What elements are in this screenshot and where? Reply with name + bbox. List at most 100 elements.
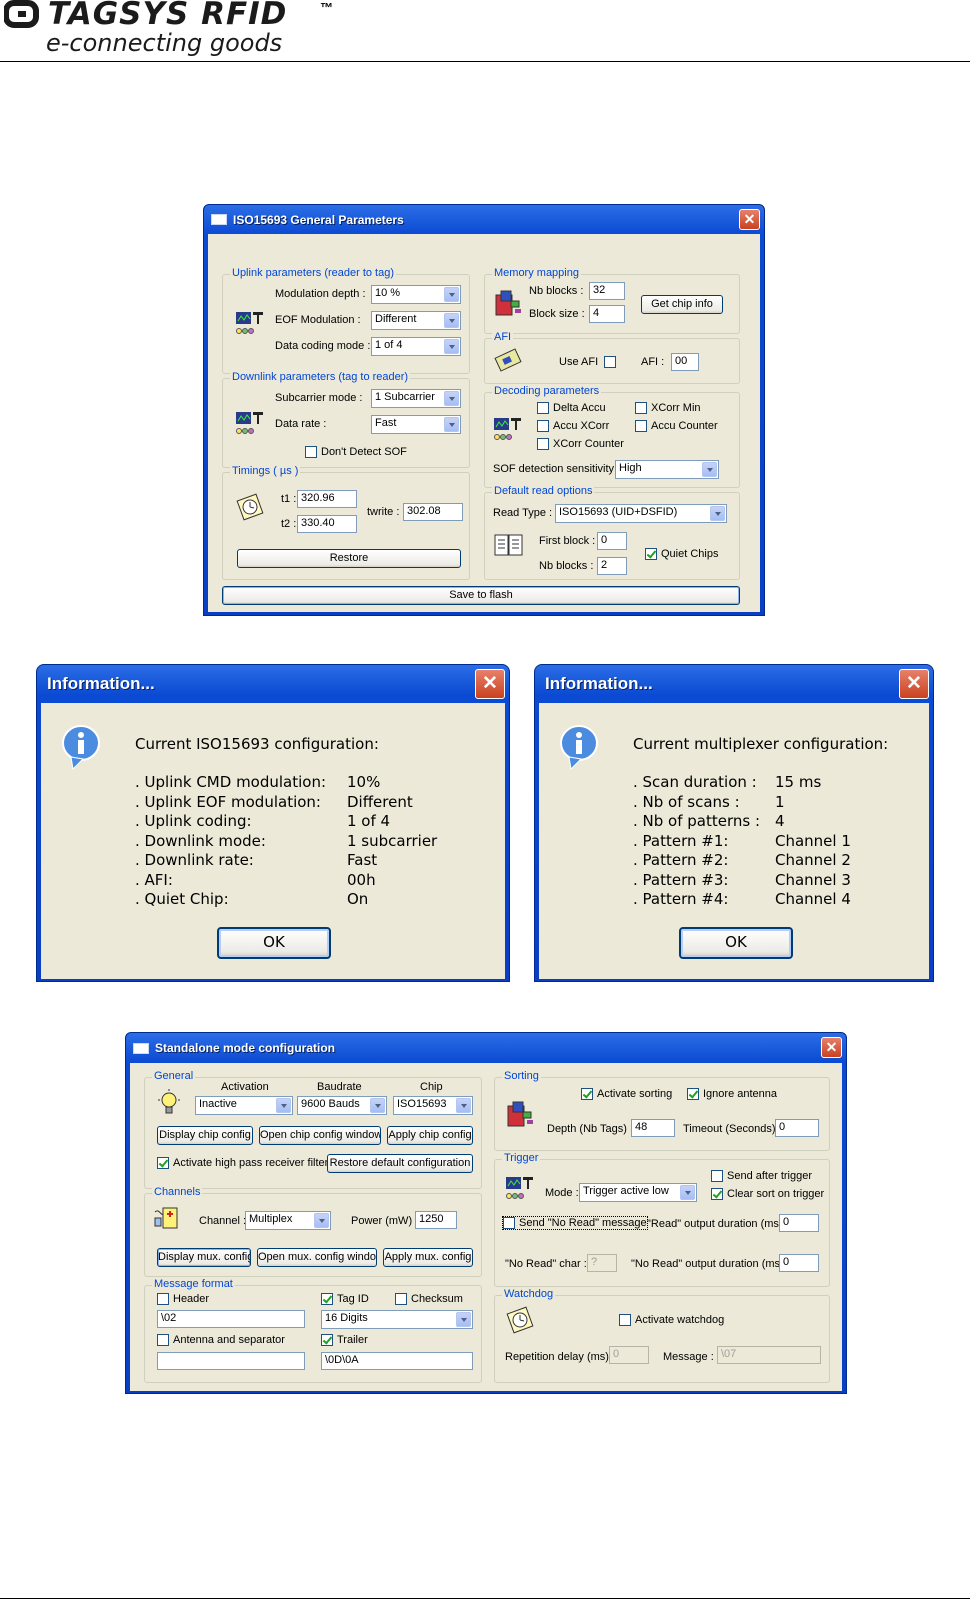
read-type-select[interactable]: ISO15693 (UID+DSFID) — [555, 504, 727, 523]
checkbox-box[interactable] — [537, 420, 549, 432]
first-block-input[interactable]: 0 — [597, 532, 627, 550]
get-chip-info-button[interactable]: Get chip info — [641, 295, 723, 314]
chevron-down-icon[interactable] — [444, 417, 459, 432]
chip-select[interactable]: ISO15693 — [393, 1096, 473, 1115]
open-chip-config-window-button[interactable]: Open chip config window — [259, 1126, 381, 1145]
antenna-separator-input[interactable] — [157, 1352, 305, 1370]
dont-detect-sof-checkbox[interactable]: Don't Detect SOF — [305, 446, 407, 458]
close-button[interactable]: ✕ — [821, 1037, 842, 1058]
send-after-trigger-checkbox[interactable]: Send after trigger — [711, 1170, 812, 1182]
modulation-depth-select[interactable]: 10 % — [371, 285, 461, 304]
nb-blocks-input[interactable]: 32 — [589, 282, 625, 300]
trailer-checkbox[interactable]: Trailer — [321, 1334, 368, 1346]
trigger-mode-select[interactable]: Trigger active low — [579, 1183, 697, 1202]
iso15693-titlebar[interactable]: ISO15693 General Parameters ✕ — [208, 205, 760, 234]
checkbox-box[interactable] — [395, 1293, 407, 1305]
send-no-read-checkbox[interactable]: Send "No Read" message — [502, 1216, 648, 1230]
info-iso15693-titlebar[interactable]: Information... ✕ — [41, 665, 505, 703]
close-button[interactable]: ✕ — [475, 669, 505, 699]
restore-button[interactable]: Restore — [237, 549, 461, 568]
read-nb-blocks-input[interactable]: 2 — [597, 557, 627, 575]
quiet-chips-checkbox[interactable]: Quiet Chips — [645, 548, 718, 560]
checkbox-box[interactable] — [157, 1157, 169, 1169]
checkbox-box[interactable] — [537, 438, 549, 450]
restore-default-config-button[interactable]: Restore default configuration — [327, 1154, 473, 1173]
checkbox-box[interactable] — [604, 356, 617, 368]
antenna-separator-checkbox[interactable]: Antenna and separator — [157, 1334, 285, 1346]
checkbox-box[interactable] — [635, 420, 647, 432]
tag-id-checkbox[interactable]: Tag ID — [321, 1293, 369, 1305]
checkbox-box[interactable] — [157, 1293, 169, 1305]
xcorr-counter-checkbox[interactable]: XCorr Counter — [537, 438, 624, 450]
info-multiplexer-titlebar[interactable]: Information... ✕ — [539, 665, 929, 703]
delta-accu-checkbox[interactable]: Delta Accu — [537, 402, 606, 414]
apply-mux-config-button[interactable]: Apply mux. config — [383, 1248, 473, 1267]
baudrate-select[interactable]: 9600 Bauds — [297, 1096, 387, 1115]
checkbox-box[interactable] — [711, 1170, 723, 1182]
afi-input[interactable]: 00 — [671, 353, 699, 371]
save-to-flash-button[interactable]: Save to flash — [222, 586, 740, 605]
activate-sorting-checkbox[interactable]: Activate sorting — [581, 1088, 672, 1100]
checkbox-box[interactable] — [619, 1314, 631, 1326]
data-rate-select[interactable]: Fast — [371, 415, 461, 434]
close-button[interactable]: ✕ — [739, 209, 760, 230]
chevron-down-icon[interactable] — [314, 1213, 329, 1228]
watchdog-message-input[interactable]: \07 — [717, 1346, 821, 1364]
data-coding-select[interactable]: 1 of 4 — [371, 337, 461, 356]
t2-input[interactable]: 330.40 — [297, 515, 357, 533]
block-size-input[interactable]: 4 — [589, 305, 625, 323]
use-afi-checkbox[interactable]: Use AFI — [559, 356, 617, 368]
header-checkbox[interactable]: Header — [157, 1293, 209, 1305]
checkbox-box[interactable] — [581, 1088, 593, 1100]
accu-xcorr-checkbox[interactable]: Accu XCorr — [537, 420, 609, 432]
chevron-down-icon[interactable] — [444, 313, 459, 328]
power-input[interactable]: 1250 — [415, 1211, 457, 1229]
open-mux-config-window-button[interactable]: Open mux. config window — [257, 1248, 377, 1267]
timeout-input[interactable]: 0 — [775, 1119, 819, 1137]
read-duration-input[interactable]: 0 — [779, 1214, 819, 1232]
checksum-checkbox[interactable]: Checksum — [395, 1293, 463, 1305]
standalone-titlebar[interactable]: Standalone mode configuration ✕ — [130, 1033, 842, 1063]
t1-input[interactable]: 320.96 — [297, 490, 357, 508]
repetition-delay-input[interactable]: 0 — [609, 1346, 649, 1364]
chevron-down-icon[interactable] — [444, 339, 459, 354]
trailer-input[interactable]: \0D\0A — [321, 1352, 473, 1370]
chevron-down-icon[interactable] — [702, 462, 717, 477]
chevron-down-icon[interactable] — [456, 1312, 471, 1327]
subcarrier-select[interactable]: 1 Subcarrier — [371, 389, 461, 408]
header-input[interactable]: \02 — [157, 1310, 305, 1328]
display-chip-config-button[interactable]: Display chip config — [157, 1126, 253, 1145]
checkbox-box[interactable] — [321, 1293, 333, 1305]
twrite-input[interactable]: 302.08 — [403, 503, 463, 521]
checkbox-box[interactable] — [645, 548, 657, 560]
eof-modulation-select[interactable]: Different — [371, 311, 461, 330]
activate-watchdog-checkbox[interactable]: Activate watchdog — [619, 1314, 724, 1326]
high-pass-filter-checkbox[interactable]: Activate high pass receiver filter — [157, 1157, 328, 1169]
ignore-antenna-checkbox[interactable]: Ignore antenna — [687, 1088, 777, 1100]
chevron-down-icon[interactable] — [276, 1098, 291, 1113]
checkbox-box[interactable] — [711, 1188, 723, 1200]
checkbox-box[interactable] — [503, 1217, 515, 1229]
checkbox-box[interactable] — [305, 446, 317, 458]
chevron-down-icon[interactable] — [680, 1185, 695, 1200]
chevron-down-icon[interactable] — [370, 1098, 385, 1113]
checkbox-box[interactable] — [635, 402, 647, 414]
channel-select[interactable]: Multiplex — [245, 1211, 331, 1230]
accu-counter-checkbox[interactable]: Accu Counter — [635, 420, 718, 432]
checkbox-box[interactable] — [157, 1334, 169, 1346]
display-mux-config-button[interactable]: Display mux. config — [157, 1248, 251, 1267]
activation-select[interactable]: Inactive — [195, 1096, 293, 1115]
close-button[interactable]: ✕ — [899, 669, 929, 699]
tag-id-format-select[interactable]: 16 Digits — [321, 1310, 473, 1329]
chevron-down-icon[interactable] — [444, 391, 459, 406]
ok-button[interactable]: OK — [217, 927, 331, 959]
sof-sensitivity-select[interactable]: High — [615, 460, 719, 479]
ok-button[interactable]: OK — [679, 927, 793, 959]
checkbox-box[interactable] — [321, 1334, 333, 1346]
checkbox-box[interactable] — [687, 1088, 699, 1100]
depth-input[interactable]: 48 — [631, 1119, 675, 1137]
apply-chip-config-button[interactable]: Apply chip config — [387, 1126, 473, 1145]
xcorr-min-checkbox[interactable]: XCorr Min — [635, 402, 701, 414]
chevron-down-icon[interactable] — [710, 506, 725, 521]
chevron-down-icon[interactable] — [456, 1098, 471, 1113]
